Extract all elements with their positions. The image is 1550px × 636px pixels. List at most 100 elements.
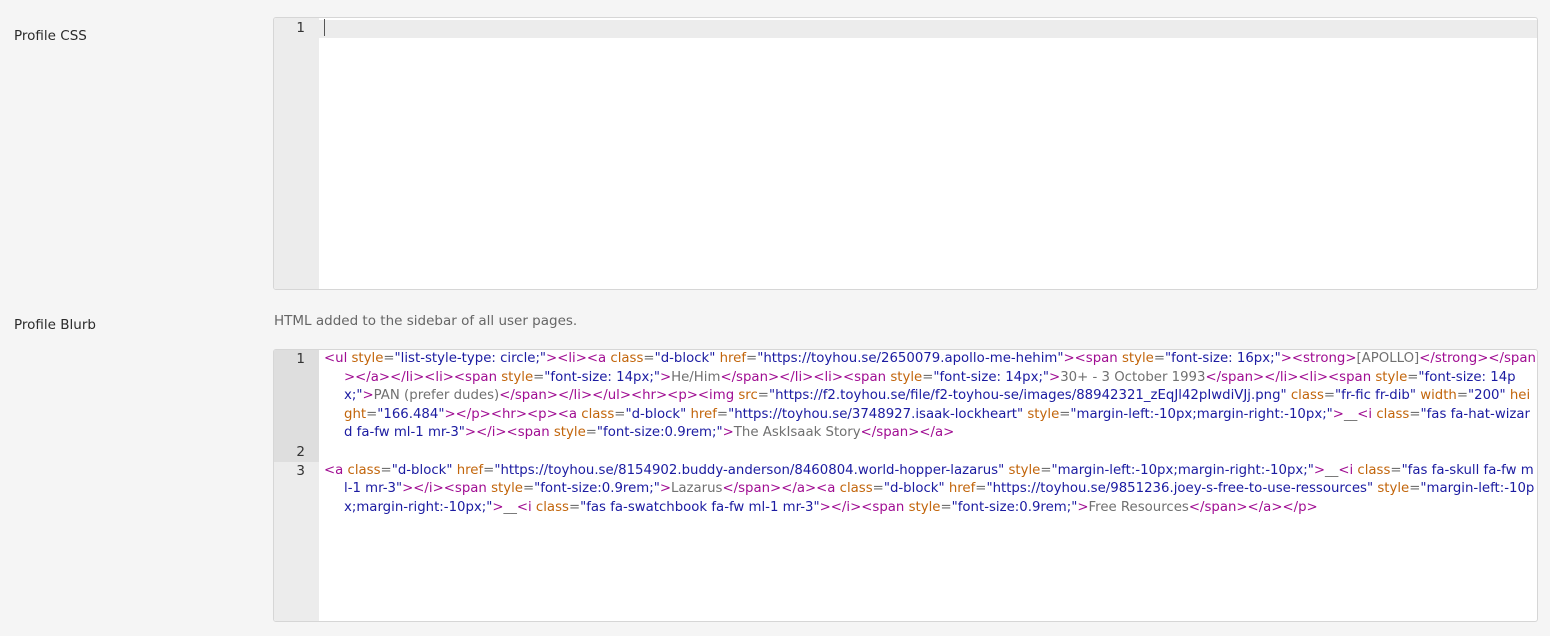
code-tag: </i> bbox=[476, 425, 507, 441]
line-number: 2 bbox=[296, 443, 305, 460]
code-text: __ bbox=[1343, 406, 1358, 422]
code-tag: </i> bbox=[413, 481, 444, 497]
code-text: Free Resources bbox=[1088, 499, 1189, 515]
code-attribute: style bbox=[1377, 481, 1410, 497]
code-text: = bbox=[1407, 369, 1419, 385]
code-text: = bbox=[568, 499, 581, 515]
code-tag: </a> bbox=[781, 481, 817, 497]
code-string: "margin-left:-10px;margin-right:-10px;" bbox=[1051, 462, 1314, 478]
code-string: "font-size: 14px;" bbox=[544, 369, 660, 385]
code-text: [APOLLO] bbox=[1356, 351, 1420, 366]
code-tag: </a> bbox=[1247, 499, 1283, 515]
code-tag: </p> bbox=[1282, 499, 1318, 515]
code-string: "fr-fic fr-dib" bbox=[1335, 388, 1416, 404]
code-text: = bbox=[940, 499, 952, 515]
code-tag: > bbox=[722, 425, 734, 441]
code-tag: <hr> bbox=[630, 388, 668, 404]
code-text: = bbox=[757, 388, 769, 404]
code-text: = bbox=[1456, 388, 1469, 404]
code-string: "list-style-type: circle;" bbox=[394, 351, 547, 366]
code-string: "200" bbox=[1468, 388, 1506, 404]
code-text: The AskIsaak Story bbox=[733, 425, 861, 441]
code-line[interactable]: 1 <ul style="list-style-type: circle;"><… bbox=[274, 350, 1537, 443]
code-tag: > bbox=[1345, 351, 1357, 366]
code-text: He/Him bbox=[671, 369, 721, 385]
code-string: "d-block" bbox=[625, 406, 687, 422]
code-tag: <a bbox=[586, 351, 607, 366]
code-line[interactable]: 3 <a class="d-block" href="https://toyho… bbox=[274, 462, 1537, 518]
code-attribute: style bbox=[491, 481, 523, 497]
code-tag: > bbox=[1313, 462, 1326, 478]
code-tag: > bbox=[546, 351, 558, 366]
code-string: "https://toyhou.se/9851236.joey-s-free-t… bbox=[986, 481, 1374, 497]
code-tag: </strong> bbox=[1419, 351, 1489, 366]
code-tag: > bbox=[402, 481, 414, 497]
code-tag: <span bbox=[453, 369, 497, 385]
code-tag: > bbox=[444, 406, 456, 422]
code-tag: <li> bbox=[557, 351, 587, 366]
code-attribute: style bbox=[351, 351, 384, 366]
code-text: = bbox=[746, 351, 758, 366]
code-tag: </a> bbox=[919, 425, 955, 441]
code-attribute: href bbox=[948, 481, 976, 497]
profile-blurb-label: Profile Blurb bbox=[14, 317, 96, 333]
code-tag: > bbox=[464, 425, 477, 441]
code-text: Lazarus bbox=[670, 481, 723, 497]
code-line[interactable]: 1 bbox=[274, 19, 1537, 40]
code-tag: > bbox=[1063, 351, 1075, 366]
code-tag: > bbox=[819, 499, 831, 515]
code-tag: <span bbox=[1074, 351, 1118, 366]
code-attribute: class bbox=[1376, 406, 1410, 422]
code-string: "https://toyhou.se/8154902.buddy-anderso… bbox=[494, 462, 1005, 478]
line-number: 1 bbox=[296, 20, 305, 36]
code-tag: > bbox=[659, 481, 671, 497]
code-tag: <hr> bbox=[490, 406, 528, 422]
code-line-content[interactable] bbox=[324, 443, 1537, 462]
code-tag: <span bbox=[506, 425, 550, 441]
code-attribute: style bbox=[908, 499, 941, 515]
text-cursor bbox=[324, 19, 325, 36]
code-text: = bbox=[922, 369, 934, 385]
code-attribute: class bbox=[1357, 462, 1391, 478]
code-tag: <ul bbox=[324, 351, 348, 366]
code-string: "font-size:0.9rem;" bbox=[534, 481, 660, 497]
code-attribute: href bbox=[456, 462, 484, 478]
code-text: = bbox=[585, 425, 597, 441]
code-tag: > bbox=[1280, 351, 1292, 366]
code-tag: <span bbox=[842, 369, 887, 385]
code-tag: <i bbox=[1357, 406, 1373, 422]
code-string: "d-block" bbox=[391, 462, 453, 478]
code-tag: <span bbox=[1328, 369, 1372, 385]
code-tag: <i bbox=[516, 499, 532, 515]
code-attribute: width bbox=[1420, 388, 1457, 404]
code-text: = bbox=[716, 406, 729, 422]
code-attribute: class bbox=[610, 351, 644, 366]
code-tag: <a bbox=[557, 406, 578, 422]
code-tag: <li> bbox=[813, 369, 843, 385]
code-attribute: style bbox=[501, 369, 534, 385]
code-text: = bbox=[975, 481, 987, 497]
code-tag: </li> bbox=[557, 388, 593, 404]
code-text: = bbox=[1040, 462, 1052, 478]
code-tag: <p> bbox=[667, 388, 698, 404]
code-line-content[interactable]: <ul style="list-style-type: circle;"><li… bbox=[324, 350, 1537, 443]
code-attribute: class bbox=[347, 462, 381, 478]
profile-blurb-help-text: HTML added to the sidebar of all user pa… bbox=[274, 313, 578, 329]
code-line-content[interactable] bbox=[324, 19, 1537, 40]
code-tag: </span> bbox=[722, 481, 782, 497]
profile-css-editor[interactable]: 1 bbox=[273, 17, 1538, 290]
code-attribute: style bbox=[1008, 462, 1041, 478]
code-tag: <li> bbox=[424, 369, 454, 385]
code-attribute: class bbox=[535, 499, 569, 515]
code-line-content[interactable]: <a class="d-block" href="https://toyhou.… bbox=[324, 462, 1537, 518]
code-tag: </span> bbox=[499, 388, 558, 404]
code-tag: </li> bbox=[1264, 369, 1299, 385]
code-tag: > bbox=[1332, 406, 1344, 422]
code-attribute: href bbox=[690, 406, 717, 422]
line-number: 3 bbox=[296, 462, 305, 479]
code-line[interactable]: 2 bbox=[274, 443, 1537, 462]
code-tag: </li> bbox=[390, 369, 425, 385]
profile-blurb-editor[interactable]: 1 <ul style="list-style-type: circle;"><… bbox=[273, 349, 1538, 622]
code-tag: <i bbox=[1338, 462, 1354, 478]
code-string: "margin-left:-10px;margin-right:-10px;" bbox=[1070, 406, 1333, 422]
